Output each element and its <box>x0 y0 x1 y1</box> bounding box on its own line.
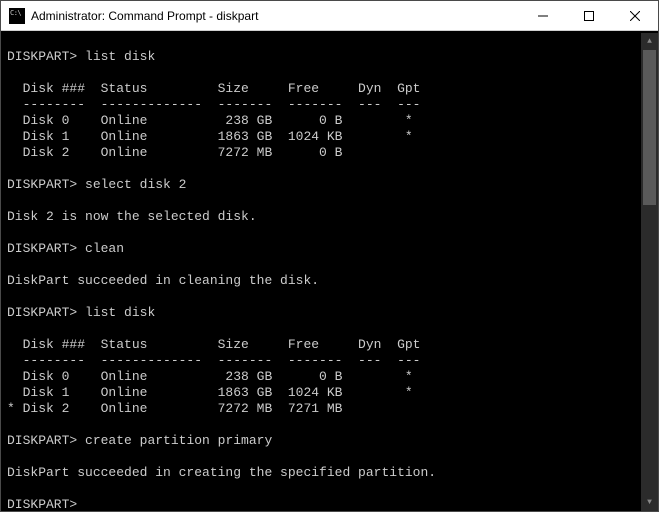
scrollbar[interactable]: ▲ ▼ <box>641 33 658 511</box>
command: list disk <box>85 49 155 64</box>
table-row: Disk 0 Online 238 GB 0 B * <box>7 369 413 384</box>
table-divider: -------- ------------- ------- ------- -… <box>7 353 420 368</box>
close-button[interactable] <box>612 1 658 30</box>
output-message: DiskPart succeeded in creating the speci… <box>7 465 436 480</box>
window-title: Administrator: Command Prompt - diskpart <box>31 9 520 23</box>
scroll-thumb[interactable] <box>643 50 656 205</box>
command: clean <box>85 241 124 256</box>
table-row: Disk 2 Online 7272 MB 0 B <box>7 145 342 160</box>
scroll-track[interactable] <box>641 50 658 494</box>
prompt: DISKPART> <box>7 177 77 192</box>
table-row: * Disk 2 Online 7272 MB 7271 MB <box>7 401 342 416</box>
titlebar[interactable]: Administrator: Command Prompt - diskpart <box>1 1 658 31</box>
cmd-icon <box>9 8 25 24</box>
prompt: DISKPART> <box>7 305 77 320</box>
output-message: Disk 2 is now the selected disk. <box>7 209 257 224</box>
scroll-down-arrow[interactable]: ▼ <box>641 494 658 511</box>
maximize-button[interactable] <box>566 1 612 30</box>
table-row: Disk 0 Online 238 GB 0 B * <box>7 113 413 128</box>
prompt: DISKPART> <box>7 241 77 256</box>
output-message: DiskPart succeeded in cleaning the disk. <box>7 273 319 288</box>
table-row: Disk 1 Online 1863 GB 1024 KB * <box>7 129 413 144</box>
command: list disk <box>85 305 155 320</box>
terminal-output: DISKPART> list disk Disk ### Status Size… <box>7 33 641 511</box>
minimize-button[interactable] <box>520 1 566 30</box>
window-controls <box>520 1 658 30</box>
table-row: Disk 1 Online 1863 GB 1024 KB * <box>7 385 413 400</box>
table-divider: -------- ------------- ------- ------- -… <box>7 97 420 112</box>
scroll-up-arrow[interactable]: ▲ <box>641 33 658 50</box>
prompt: DISKPART> <box>7 497 77 511</box>
prompt: DISKPART> <box>7 433 77 448</box>
terminal[interactable]: DISKPART> list disk Disk ### Status Size… <box>1 31 658 511</box>
table-header: Disk ### Status Size Free Dyn Gpt <box>7 81 420 96</box>
command: create partition primary <box>85 433 272 448</box>
prompt: DISKPART> <box>7 49 77 64</box>
command: select disk 2 <box>85 177 186 192</box>
table-header: Disk ### Status Size Free Dyn Gpt <box>7 337 420 352</box>
